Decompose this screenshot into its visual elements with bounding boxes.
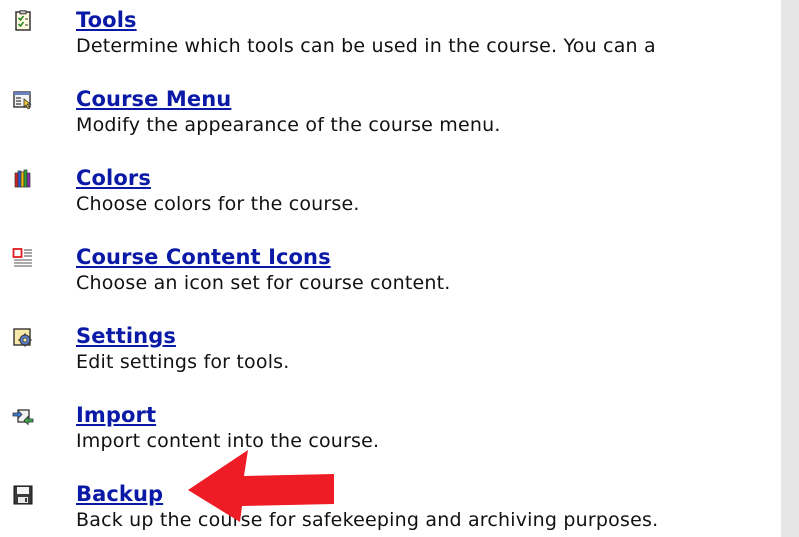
tools-link[interactable]: Tools — [76, 8, 137, 32]
course-content-icons-description: Choose an icon set for course content. — [76, 272, 451, 294]
vertical-scrollbar[interactable] — [781, 0, 799, 537]
settings-gear-icon[interactable] — [12, 326, 34, 348]
course-menu-description: Modify the appearance of the course menu… — [76, 114, 501, 136]
content-icons-icon[interactable] — [12, 247, 34, 269]
list-item-course-menu: Course Menu Modify the appearance of the… — [0, 87, 781, 151]
list-item-tools: Tools Determine which tools can be used … — [0, 8, 781, 72]
backup-link[interactable]: Backup — [76, 482, 163, 506]
import-link[interactable]: Import — [76, 403, 156, 427]
colors-link[interactable]: Colors — [76, 166, 151, 190]
list-item-settings: Settings Edit settings for tools. — [0, 324, 781, 388]
import-arrows-icon[interactable] — [12, 405, 34, 427]
colors-description: Choose colors for the course. — [76, 193, 360, 215]
tools-description: Determine which tools can be used in the… — [76, 35, 656, 57]
list-item-colors: Colors Choose colors for the course. — [0, 166, 781, 230]
backup-floppy-icon[interactable] — [12, 484, 34, 506]
backup-description: Back up the course for safekeeping and a… — [76, 509, 659, 531]
course-content-icons-link[interactable]: Course Content Icons — [76, 245, 331, 269]
settings-link[interactable]: Settings — [76, 324, 176, 348]
list-item-course-content-icons: Course Content Icons Choose an icon set … — [0, 245, 781, 309]
course-menu-icon[interactable] — [12, 89, 34, 111]
list-item-backup: Backup Back up the course for safekeepin… — [0, 482, 781, 537]
colors-crayons-icon[interactable] — [12, 168, 34, 190]
annotation-arrow-icon — [188, 450, 334, 522]
tools-checklist-icon[interactable] — [12, 10, 34, 32]
course-tools-list: Tools Determine which tools can be used … — [0, 0, 781, 537]
settings-description: Edit settings for tools. — [76, 351, 290, 373]
list-item-import: Import Import content into the course. — [0, 403, 781, 467]
course-menu-link[interactable]: Course Menu — [76, 87, 231, 111]
